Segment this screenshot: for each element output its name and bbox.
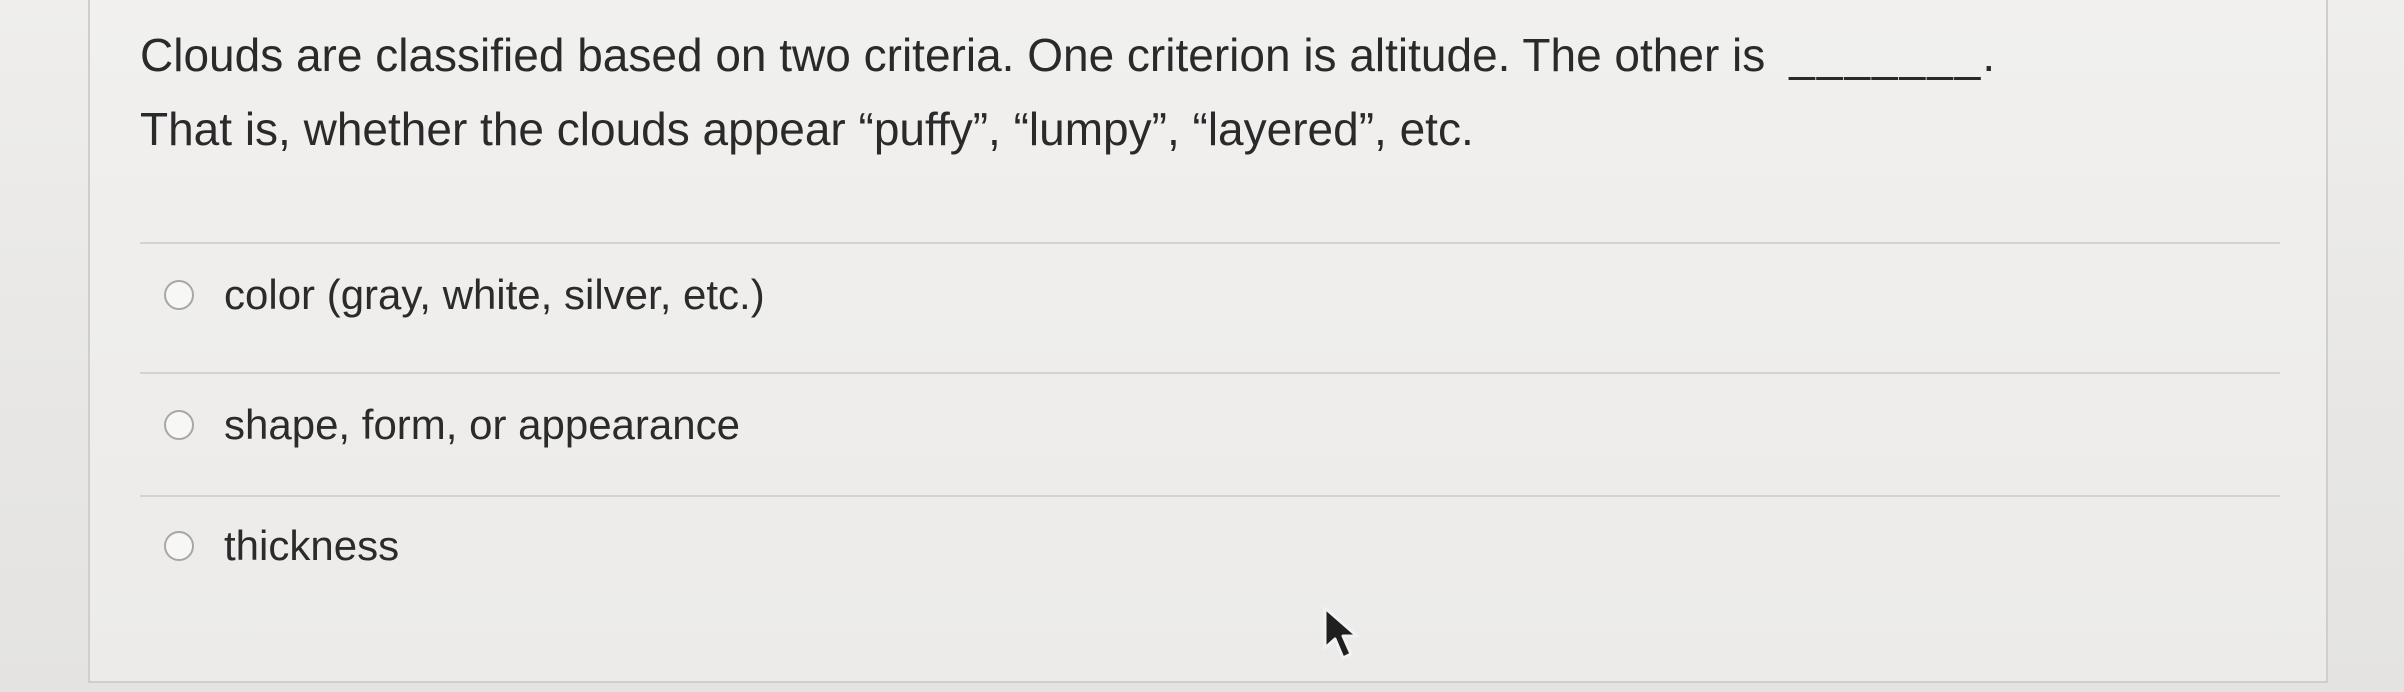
question-blank: _______. [1789, 29, 1998, 81]
divider [140, 495, 2280, 497]
question-text: Clouds are classified based on two crite… [140, 18, 2220, 166]
divider [140, 242, 2280, 244]
answer-option-label: color (gray, white, silver, etc.) [224, 271, 765, 318]
question-stem-line2: That is, whether the clouds appear “puff… [140, 103, 1474, 155]
divider [140, 372, 2280, 374]
answer-option-thickness[interactable]: thickness [164, 518, 399, 574]
question-card: Clouds are classified based on two crite… [88, 0, 2328, 683]
radio-button-icon[interactable] [164, 410, 194, 440]
answer-option-label: thickness [224, 522, 400, 569]
screen: Clouds are classified based on two crite… [0, 0, 2404, 692]
question-stem: Clouds are classified based on two crite… [140, 29, 1766, 81]
answer-option-shape[interactable]: shape, form, or appearance [164, 397, 740, 453]
mouse-pointer-icon [1323, 606, 1359, 660]
radio-button-icon[interactable] [164, 280, 194, 310]
radio-button-icon[interactable] [164, 531, 194, 561]
answer-option-label: shape, form, or appearance [224, 401, 740, 448]
answer-option-color[interactable]: color (gray, white, silver, etc.) [164, 267, 765, 323]
